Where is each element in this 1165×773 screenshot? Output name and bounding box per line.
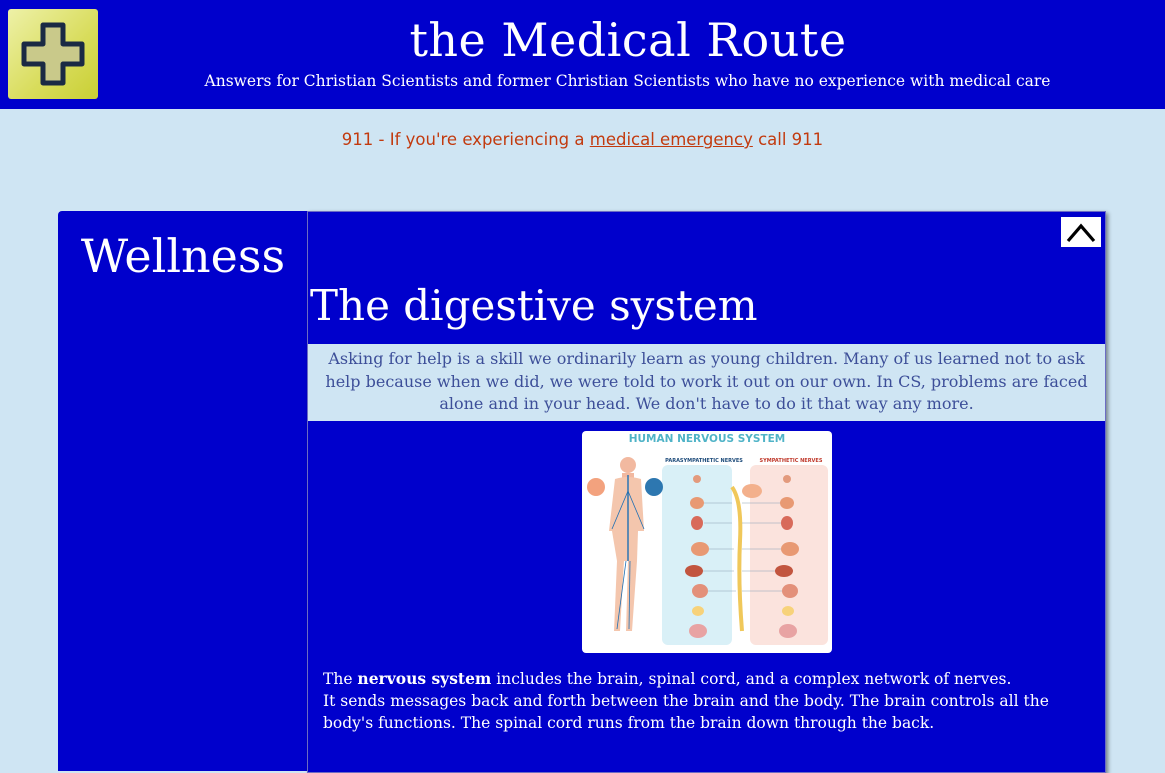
medical-emergency-link[interactable]: medical emergency — [590, 130, 753, 149]
body-p1-bold: nervous system — [357, 669, 492, 688]
site-title[interactable]: the Medical Route — [238, 10, 1018, 70]
body-text: The nervous system includes the brain, s… — [323, 668, 1083, 734]
main-content: The digestive system Asking for help is … — [307, 211, 1106, 773]
site-subtitle: Answers for Christian Scientists and for… — [204, 72, 1051, 90]
nervous-system-illustration — [587, 457, 828, 645]
section-title: The digestive system — [310, 281, 758, 330]
body-p1-prefix: The — [323, 670, 358, 688]
sidebar: Wellness — [58, 211, 308, 771]
medical-cross-icon[interactable] — [8, 9, 98, 99]
back-to-top-button[interactable] — [1061, 217, 1101, 247]
quote-text: Asking for help is a skill we ordinarily… — [325, 349, 1088, 413]
site-header: the Medical Route Answers for Christian … — [0, 0, 1165, 109]
chevron-up-icon — [1066, 223, 1096, 243]
emergency-suffix: call 911 — [752, 130, 824, 149]
body-p1-suffix: includes the brain, spinal cord, and a c… — [491, 670, 1012, 688]
nervous-system-image: HUMAN NERVOUS SYSTEM PARASYMPATHETIC NER… — [582, 431, 832, 653]
emergency-prefix: 911 - If you're experiencing a — [341, 130, 590, 149]
quote-box: Asking for help is a skill we ordinarily… — [308, 344, 1105, 421]
body-p2: It sends messages back and forth between… — [323, 692, 1049, 732]
emergency-notice: 911 - If you're experiencing a medical e… — [0, 130, 1165, 149]
sidebar-title[interactable]: Wellness — [58, 229, 308, 283]
